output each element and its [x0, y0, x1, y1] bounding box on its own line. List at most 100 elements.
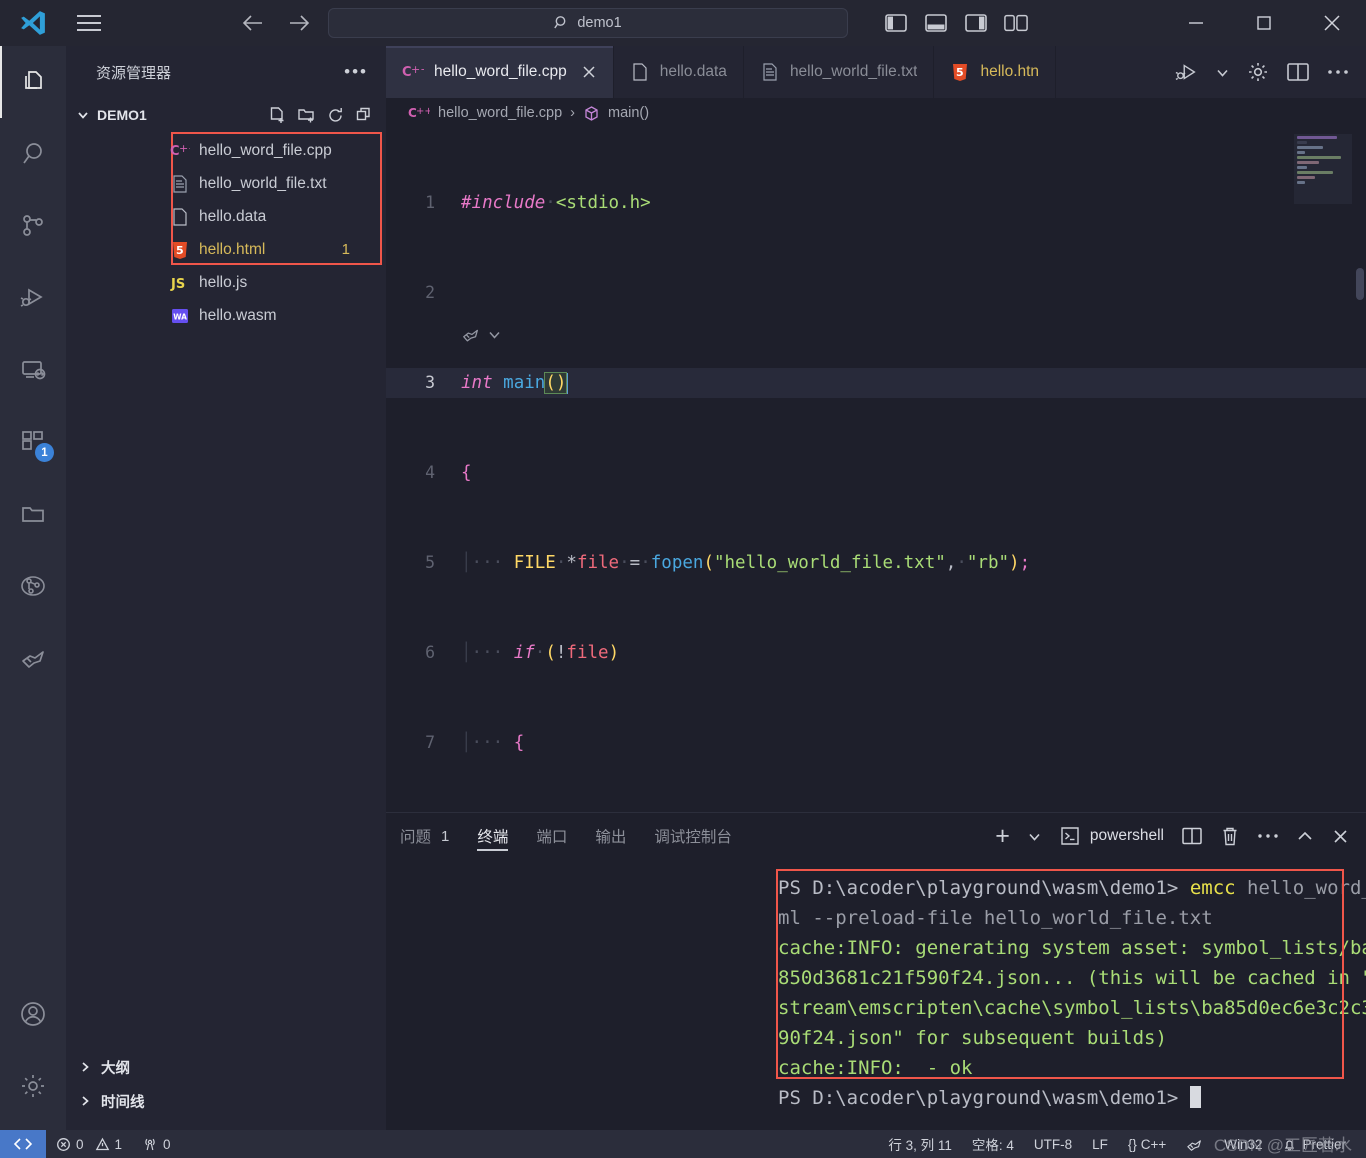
- problems-status[interactable]: 0 1: [46, 1130, 132, 1158]
- more-actions-icon[interactable]: [1257, 832, 1279, 840]
- platform[interactable]: Win32: [1214, 1130, 1272, 1158]
- panel-tab-debug-console[interactable]: 调试控制台: [640, 813, 746, 859]
- prettier-icon: [18, 643, 48, 673]
- search-input[interactable]: demo1: [328, 8, 848, 38]
- code-editor[interactable]: 1 #include·<stdio.h> 2 3 int main() 4{ 5 │·…: [386, 128, 1366, 812]
- file-item-data[interactable]: hello.data: [66, 200, 386, 233]
- new-folder-icon[interactable]: [297, 106, 316, 125]
- active-terminal-selector[interactable]: powershell: [1059, 826, 1164, 846]
- outline-section[interactable]: 大纲: [66, 1050, 386, 1084]
- close-button[interactable]: [1298, 0, 1366, 46]
- activity-item-remote-explorer[interactable]: [0, 334, 66, 406]
- activity-item-prettier[interactable]: [0, 622, 66, 694]
- remote-window-indicator[interactable]: [0, 1130, 46, 1158]
- code-line[interactable]: 4{: [386, 458, 1366, 488]
- language-mode[interactable]: {} C++: [1118, 1130, 1176, 1158]
- panel-tab-terminal[interactable]: 终端: [463, 813, 522, 859]
- chevron-down-icon[interactable]: [1215, 65, 1230, 80]
- indentation[interactable]: 空格: 4: [962, 1130, 1024, 1158]
- radio-tower-icon: [142, 1137, 158, 1152]
- activity-item-folder-view[interactable]: [0, 478, 66, 550]
- chevron-down-icon[interactable]: [1027, 829, 1042, 844]
- toggle-primary-sidebar-icon[interactable]: [884, 11, 908, 35]
- code-line[interactable]: 7 │··· {: [386, 728, 1366, 758]
- gear-icon[interactable]: [1246, 60, 1270, 84]
- code-line[interactable]: 5 │··· FILE·*file·=·fopen("hello_world_fi…: [386, 548, 1366, 578]
- activity-item-search[interactable]: [0, 118, 66, 190]
- toggle-panel-icon[interactable]: [924, 11, 948, 35]
- terminal-body[interactable]: PS D:\acoder\playground\wasm\demo1> emcc…: [386, 859, 1366, 1130]
- code-line[interactable]: 6 │··· if·(!file): [386, 638, 1366, 668]
- activity-item-git-graph[interactable]: [0, 550, 66, 622]
- minimize-button[interactable]: [1162, 0, 1230, 46]
- run-debug-icon: [18, 283, 48, 313]
- line-number: 7: [425, 733, 435, 752]
- svg-text:++: ++: [179, 142, 190, 155]
- panel-tab-problems[interactable]: 问题 1: [386, 813, 463, 859]
- split-terminal-icon[interactable]: [1181, 826, 1203, 846]
- arrow-right-icon[interactable]: [284, 8, 314, 38]
- activity-item-settings[interactable]: [0, 1050, 66, 1122]
- txt-icon: [760, 62, 780, 82]
- close-icon[interactable]: [1331, 827, 1350, 846]
- file-label: hello_world_file.txt: [199, 174, 327, 192]
- tab-hello-data[interactable]: hello.data: [613, 46, 744, 98]
- activity-item-source-control[interactable]: [0, 190, 66, 262]
- more-actions-icon[interactable]: [1326, 68, 1350, 76]
- maximize-button[interactable]: [1230, 0, 1298, 46]
- tab-hello-html[interactable]: 5 hello.htn: [934, 46, 1057, 98]
- split-editor-icon[interactable]: [1286, 61, 1310, 83]
- prettier-status[interactable]: [1176, 1130, 1214, 1158]
- customize-layout-icon[interactable]: [1004, 11, 1028, 35]
- activity-item-extensions[interactable]: 1: [0, 406, 66, 478]
- tab-close-icon[interactable]: [581, 64, 597, 80]
- cursor-position[interactable]: 行 3, 列 11: [878, 1130, 962, 1158]
- svg-text:5: 5: [176, 244, 184, 257]
- file-item-txt[interactable]: hello_world_file.txt: [66, 167, 386, 200]
- trash-icon[interactable]: [1220, 826, 1240, 847]
- chevron-right-icon: [78, 1094, 92, 1108]
- explorer-section-header[interactable]: DEMO1: [66, 98, 386, 132]
- vscode-logo-icon: [0, 8, 66, 38]
- file-icon: [630, 62, 650, 82]
- code-line[interactable]: 2: [386, 278, 1366, 308]
- timeline-section[interactable]: 时间线: [66, 1084, 386, 1118]
- file-item-js[interactable]: JS hello.js: [66, 266, 386, 299]
- chevron-down-icon: [76, 108, 90, 122]
- hamburger-menu-icon[interactable]: [66, 12, 112, 34]
- svg-text:++: ++: [411, 63, 424, 76]
- breadcrumb-symbol[interactable]: main(): [608, 105, 649, 121]
- file-item-html[interactable]: 5 hello.html 1: [66, 233, 386, 266]
- arrow-left-icon[interactable]: [238, 8, 268, 38]
- sidebar-more-actions-icon[interactable]: •••: [344, 62, 368, 82]
- panel-tab-ports[interactable]: 端口: [522, 813, 581, 859]
- source-control-icon: [18, 211, 48, 241]
- panel-tab-output[interactable]: 输出: [581, 813, 640, 859]
- code-line-current[interactable]: 3 int main(): [386, 368, 1366, 398]
- collapse-all-icon[interactable]: [355, 106, 374, 125]
- new-terminal-button[interactable]: +: [995, 824, 1010, 849]
- file-item-wasm[interactable]: WA hello.wasm: [66, 299, 386, 332]
- encoding[interactable]: UTF-8: [1024, 1130, 1082, 1158]
- eol[interactable]: LF: [1082, 1130, 1118, 1158]
- tab-hello-word-file-cpp[interactable]: C++ hello_word_file.cpp: [386, 46, 614, 98]
- chevron-up-icon[interactable]: [1296, 828, 1314, 844]
- activity-item-explorer[interactable]: [0, 46, 66, 118]
- tab-hello-world-file-txt[interactable]: hello_world_file.txt: [743, 46, 935, 98]
- encoding-label: UTF-8: [1033, 1136, 1073, 1152]
- new-file-icon[interactable]: [268, 106, 287, 125]
- extensions-badge: 1: [35, 443, 54, 462]
- toggle-secondary-sidebar-icon[interactable]: [964, 11, 988, 35]
- run-debug-icon[interactable]: [1175, 61, 1199, 83]
- refresh-icon[interactable]: [326, 106, 345, 125]
- breadcrumb-file[interactable]: hello_word_file.cpp: [438, 105, 562, 121]
- activity-item-accounts[interactable]: [0, 978, 66, 1050]
- js-icon: JS: [169, 273, 191, 293]
- file-icon: [169, 207, 191, 227]
- notifications[interactable]: Prettier: [1272, 1130, 1356, 1158]
- ports-status[interactable]: 0: [132, 1130, 181, 1158]
- file-label: hello.wasm: [199, 306, 277, 324]
- activity-item-run-and-debug[interactable]: [0, 262, 66, 334]
- file-item-cpp[interactable]: C++ hello_word_file.cpp: [66, 134, 386, 167]
- code-line[interactable]: 1 #include·<stdio.h>: [386, 188, 1366, 218]
